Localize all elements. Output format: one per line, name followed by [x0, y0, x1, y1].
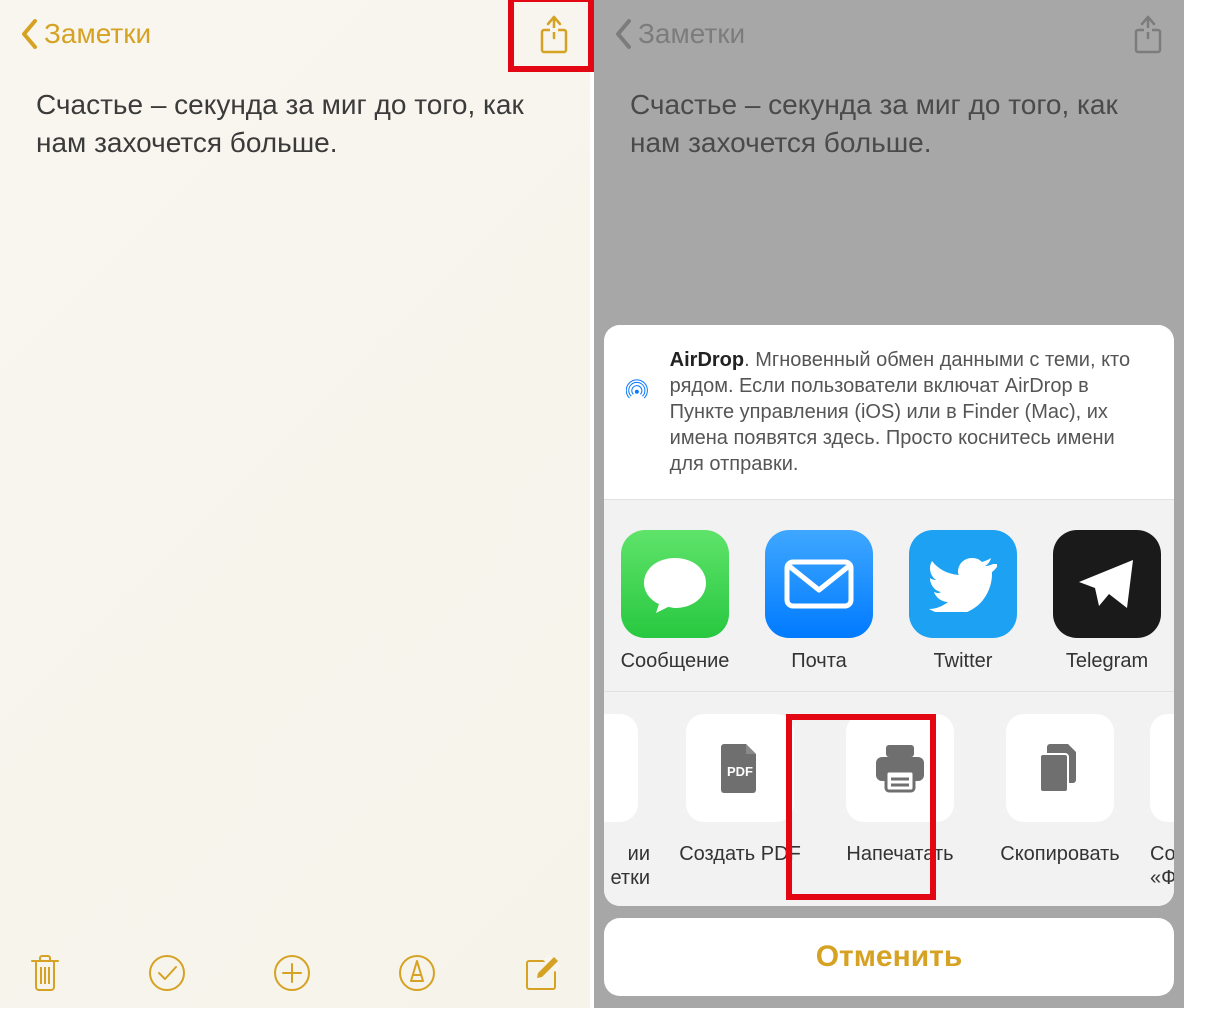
action-copy[interactable]: Скопировать: [990, 714, 1130, 890]
airdrop-icon: [626, 347, 648, 433]
twitter-icon: [909, 530, 1017, 638]
chevron-left-icon: [20, 19, 38, 49]
action-partial-left[interactable]: ии етки: [604, 714, 650, 890]
action-create-pdf[interactable]: PDF Создать PDF: [670, 714, 810, 890]
app-twitter[interactable]: Twitter: [906, 530, 1020, 673]
check-circle-icon: [147, 953, 187, 993]
back-label: Заметки: [44, 18, 151, 50]
messages-icon: [621, 530, 729, 638]
action-save-files[interactable]: Сохранить «Файлы»: [1150, 714, 1174, 890]
screen-notes: Заметки Счастье – секунда за миг до того…: [0, 0, 590, 1008]
table-icon: [604, 714, 638, 822]
back-button: Заметки: [614, 18, 745, 50]
checklist-button[interactable]: [147, 953, 187, 993]
action-print[interactable]: Напечатать: [830, 714, 970, 890]
share-button: [1130, 14, 1166, 56]
compose-button[interactable]: [522, 953, 562, 993]
back-button[interactable]: Заметки: [20, 18, 151, 50]
pencil-circle-icon: [397, 953, 437, 993]
note-text[interactable]: Счастье – секунда за миг до того, как на…: [0, 68, 590, 180]
navbar: Заметки: [0, 0, 590, 68]
add-button[interactable]: [272, 953, 312, 993]
back-label: Заметки: [638, 18, 745, 50]
svg-text:PDF: PDF: [727, 764, 753, 779]
app-mail[interactable]: Почта: [762, 530, 876, 673]
trash-button[interactable]: [28, 953, 62, 993]
pdf-icon: PDF: [686, 714, 794, 822]
app-messages[interactable]: Сообщение: [618, 530, 732, 673]
plus-circle-icon: [272, 953, 312, 993]
telegram-icon: [1053, 530, 1161, 638]
screen-share-sheet: Заметки Счастье – секунда за миг до того…: [594, 0, 1184, 1008]
copy-icon: [1006, 714, 1114, 822]
share-apps-row[interactable]: Сообщение Почта Twitter: [604, 499, 1174, 691]
app-telegram[interactable]: Telegram: [1050, 530, 1164, 673]
share-panel: AirDrop. Мгновенный обмен данными с теми…: [604, 325, 1174, 906]
cancel-button[interactable]: Отменить: [604, 918, 1174, 996]
navbar-dimmed: Заметки: [594, 0, 1184, 68]
draw-button[interactable]: [397, 953, 437, 993]
printer-icon: [846, 714, 954, 822]
airdrop-text: AirDrop. Мгновенный обмен данными с теми…: [670, 347, 1152, 477]
chevron-left-icon: [614, 19, 632, 49]
share-icon: [536, 14, 572, 56]
bottom-toolbar: [0, 938, 590, 1008]
airdrop-section[interactable]: AirDrop. Мгновенный обмен данными с теми…: [604, 325, 1174, 499]
share-sheet: AirDrop. Мгновенный обмен данными с теми…: [604, 325, 1174, 996]
mail-icon: [765, 530, 873, 638]
trash-icon: [28, 953, 62, 993]
share-button[interactable]: [536, 14, 572, 56]
share-icon: [1130, 14, 1166, 56]
folder-icon: [1150, 714, 1174, 822]
note-text-dimmed: Счастье – секунда за миг до того, как на…: [594, 68, 1184, 180]
share-actions-row[interactable]: ии етки PDF Создать PDF Напечатать: [604, 691, 1174, 906]
compose-icon: [522, 953, 562, 993]
